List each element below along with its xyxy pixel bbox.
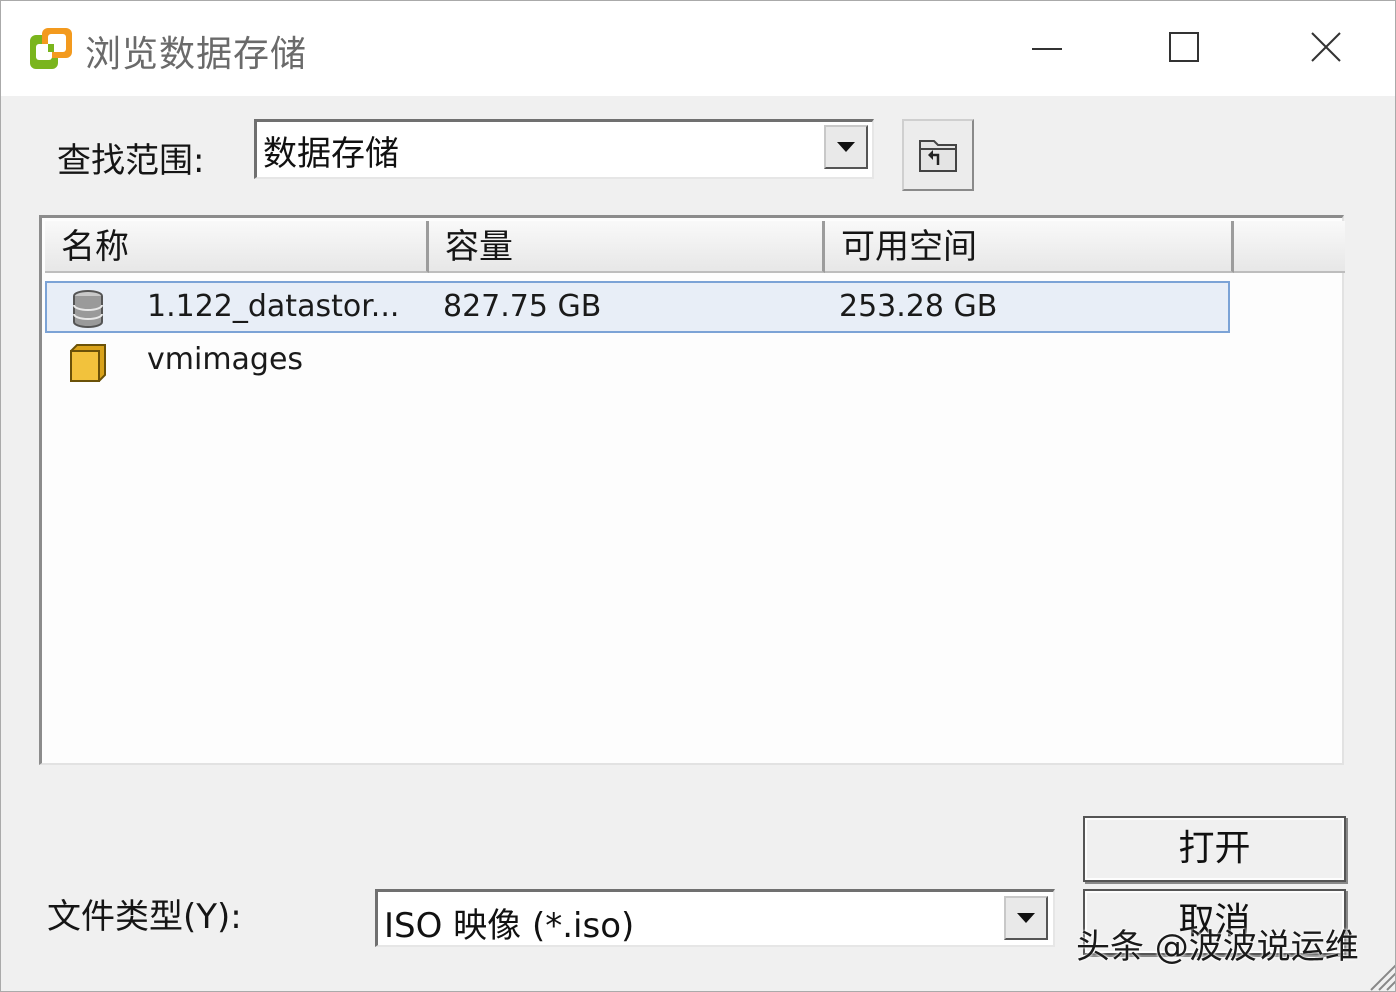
up-one-level-button[interactable] xyxy=(902,119,974,191)
list-header: 名称 容量 可用空间 xyxy=(45,221,1345,273)
resize-grip-icon[interactable] xyxy=(1367,959,1396,991)
file-type-dropdown[interactable]: ISO 映像 (*.iso) xyxy=(375,889,1055,947)
browse-datastore-dialog: 浏览数据存储 查找范围: 数据存储 名称 容量 可用空间 1.122_datas… xyxy=(0,0,1396,992)
close-button[interactable] xyxy=(1296,21,1356,76)
item-name: vmimages xyxy=(147,342,304,377)
watermark: 头条 @波波说运维 xyxy=(1076,927,1359,967)
folder-icon xyxy=(70,344,106,382)
window-title: 浏览数据存储 xyxy=(85,34,308,75)
file-type-dropdown-arrow[interactable] xyxy=(1004,896,1048,940)
item-free-space: 253.28 GB xyxy=(839,289,998,324)
vsphere-client-icon xyxy=(30,28,72,69)
chevron-down-icon xyxy=(837,142,855,152)
column-header-capacity[interactable]: 容量 xyxy=(429,221,825,273)
look-in-dropdown-arrow[interactable] xyxy=(824,125,868,169)
minimize-button[interactable] xyxy=(1016,21,1076,76)
item-capacity: 827.75 GB xyxy=(443,289,602,324)
item-name: 1.122_datastor... xyxy=(147,289,400,324)
column-header-name[interactable]: 名称 xyxy=(45,221,429,273)
file-type-value: ISO 映像 (*.iso) xyxy=(384,906,635,946)
minimize-icon xyxy=(1032,48,1062,50)
maximize-button[interactable] xyxy=(1154,21,1214,76)
datastore-list[interactable]: 名称 容量 可用空间 1.122_datastor... 827.75 GB 2… xyxy=(39,215,1345,765)
look-in-dropdown[interactable]: 数据存储 xyxy=(254,119,874,179)
open-button[interactable]: 打开 xyxy=(1083,816,1346,882)
datastore-icon xyxy=(73,290,103,328)
look-in-label: 查找范围: xyxy=(57,141,205,181)
column-header-free-space[interactable]: 可用空间 xyxy=(825,221,1234,273)
maximize-icon xyxy=(1169,32,1199,62)
list-item-folder[interactable]: vmimages xyxy=(45,336,1230,388)
close-icon xyxy=(1311,32,1341,62)
folder-up-icon xyxy=(919,140,957,172)
title-bar[interactable]: 浏览数据存储 xyxy=(1,1,1395,96)
look-in-value: 数据存储 xyxy=(263,134,399,174)
chevron-down-icon xyxy=(1017,913,1035,923)
file-type-label: 文件类型(Y): xyxy=(47,897,242,937)
column-header-filler xyxy=(1234,221,1345,273)
list-item-datastore[interactable]: 1.122_datastor... 827.75 GB 253.28 GB xyxy=(45,281,1230,333)
